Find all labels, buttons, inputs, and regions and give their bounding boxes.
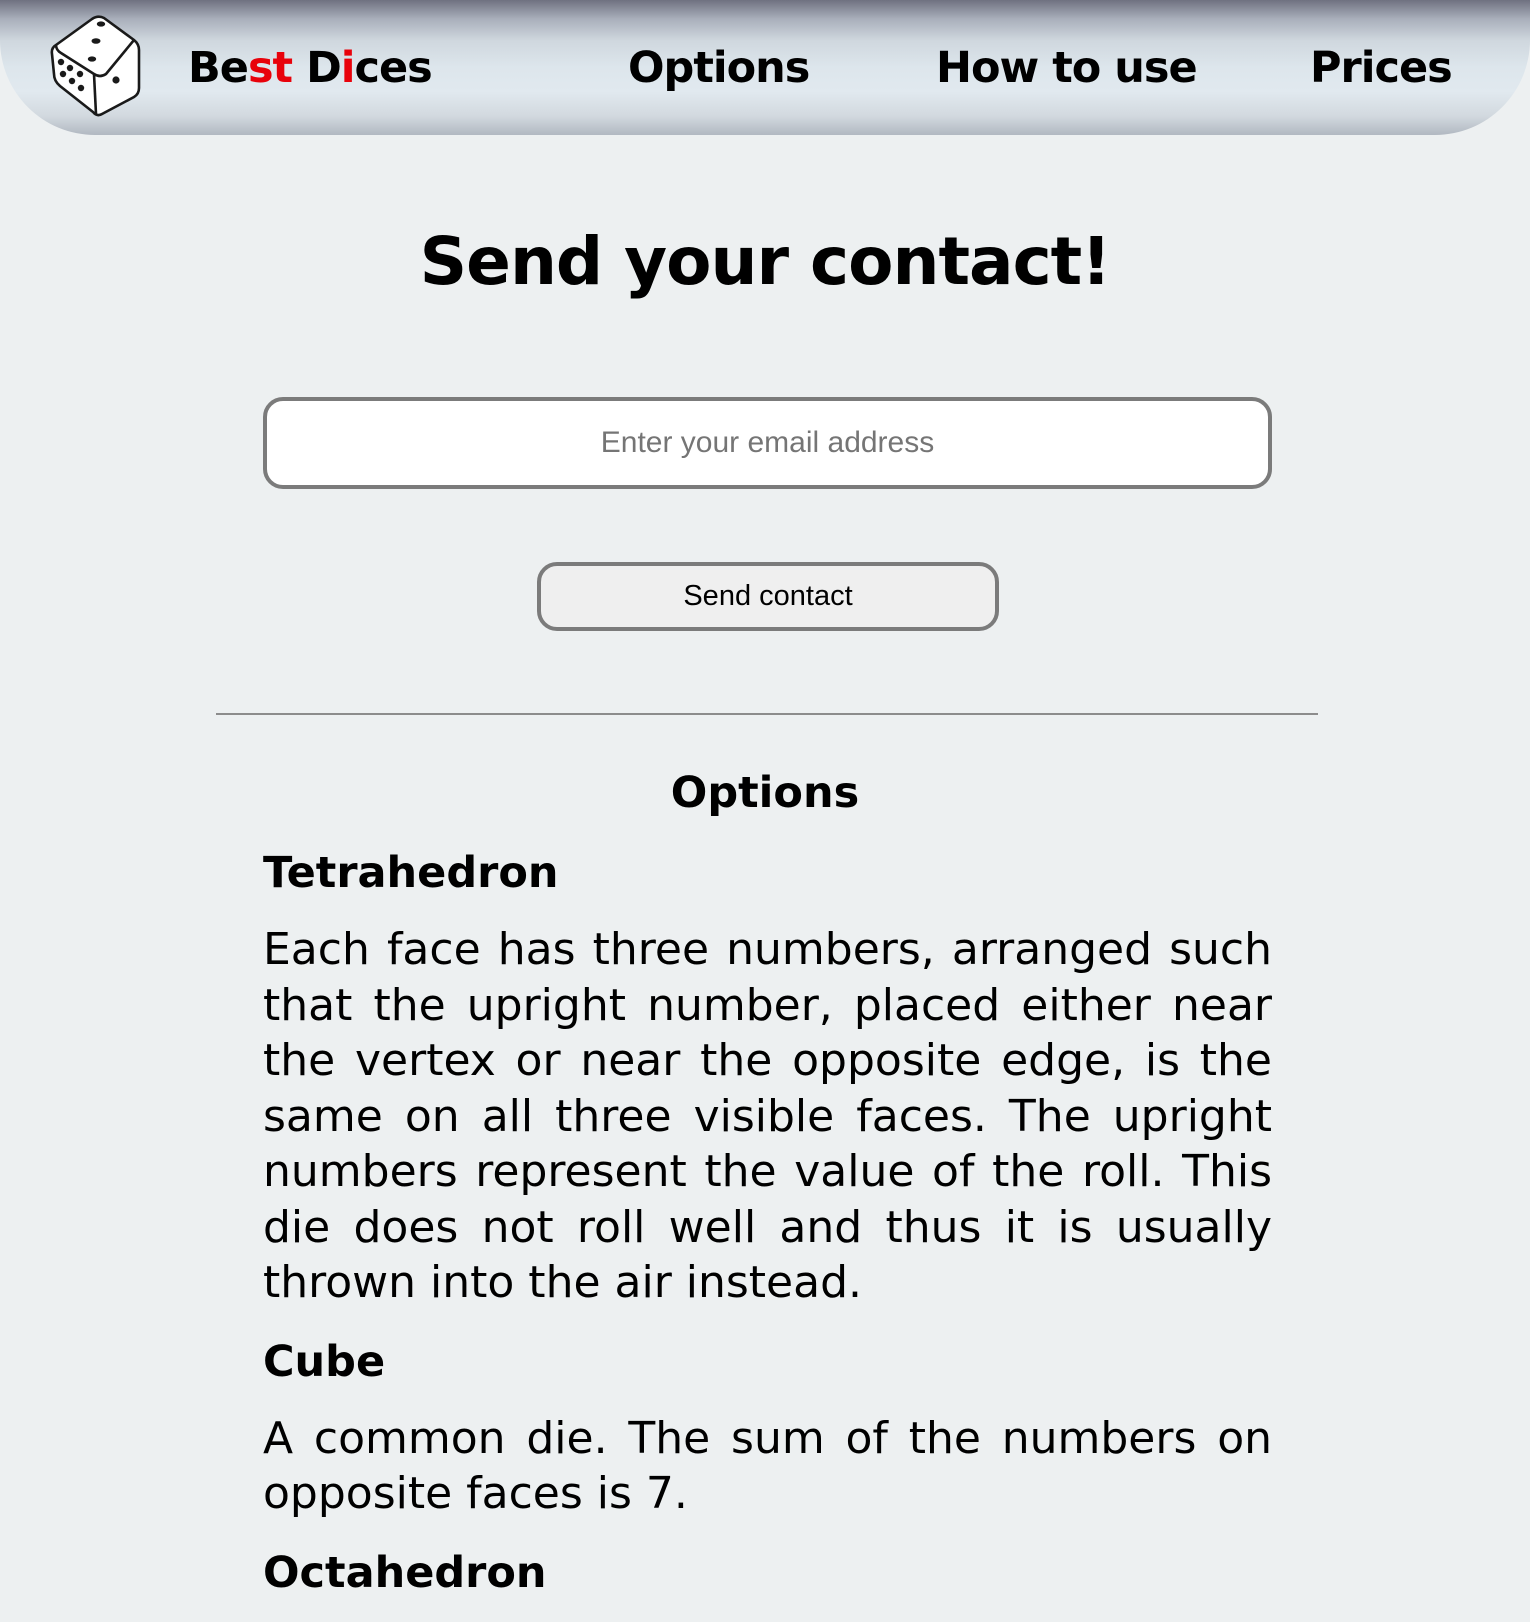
site-header: Best Dices Options How to use Prices (0, 0, 1530, 135)
nav-link-how-to-use[interactable]: How to use (936, 40, 1198, 96)
brand-text-part-3: ces (354, 43, 433, 93)
nav-link-options[interactable]: Options (628, 40, 810, 96)
option-title-octahedron: Octahedron (263, 1547, 547, 1598)
options-section-title: Options (670, 768, 860, 818)
section-divider (216, 713, 1318, 715)
options-list: Tetrahedron Each face has three numbers,… (263, 846, 1272, 1622)
brand-text-accent-2: i (340, 43, 356, 93)
dice-icon[interactable] (48, 14, 142, 118)
email-input[interactable] (263, 397, 1272, 489)
option-description-tetrahedron: Each face has three numbers, arranged su… (263, 924, 1272, 1308)
option-title-tetrahedron: Tetrahedron (263, 848, 559, 898)
nav-link-prices[interactable]: Prices (1310, 40, 1453, 96)
site-logo[interactable]: Best Dices (188, 40, 433, 96)
option-title-cube: Cube (263, 1336, 386, 1387)
contact-title: Send your contact! (419, 223, 1112, 300)
option-description-cube: A common die. The sum of the numbers on … (263, 1412, 1272, 1520)
brand-text-part-2: D (292, 43, 342, 93)
brand-text-part-1: Be (188, 43, 249, 93)
brand-text-accent-1: st (247, 43, 293, 93)
send-contact-button[interactable]: Send contact (537, 562, 999, 631)
